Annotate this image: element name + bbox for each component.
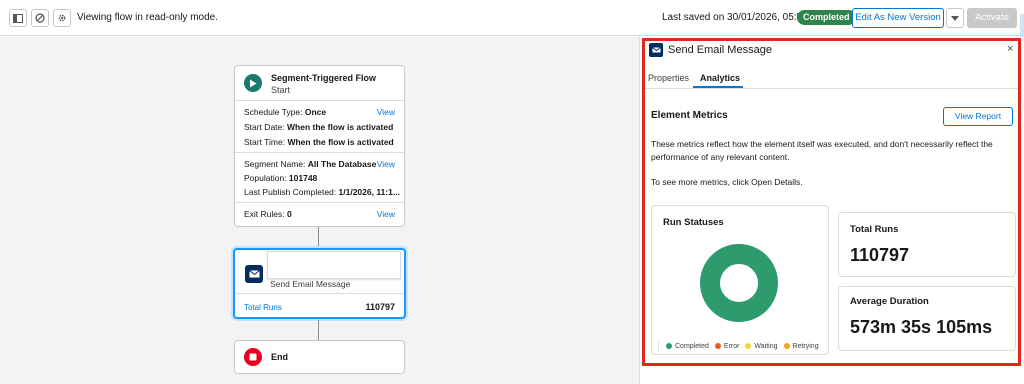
chevron-down-icon <box>951 15 959 21</box>
segment-view-link[interactable]: View <box>377 159 395 169</box>
panel-icon <box>13 13 23 23</box>
average-duration-value: 573m 35s 105ms <box>850 317 993 337</box>
start-node-header: Segment-Triggered Flow Start <box>235 66 404 101</box>
stop-icon <box>244 348 262 366</box>
last-publish-row: Last Publish Completed: 1/1/2026, 11:1..… <box>244 187 400 197</box>
send-email-node[interactable]: Send Email Message Total Runs 110797 <box>233 248 406 319</box>
legend-dot-error <box>714 343 721 349</box>
email-icon <box>245 265 263 283</box>
close-icon[interactable]: × <box>1007 43 1013 55</box>
exit-rules-view-link[interactable]: View <box>377 209 395 219</box>
average-duration-title: Average Duration <box>850 296 929 307</box>
panel-title: Send Email Message <box>668 44 772 56</box>
average-duration-card: Average Duration 573m 35s 105ms <box>838 286 1016 351</box>
segment-name-row: Segment Name: All The Database <box>244 159 377 169</box>
legend-item-retrying[interactable]: Retrying <box>783 343 819 350</box>
legend-divider <box>658 341 659 351</box>
connector-line <box>318 320 319 340</box>
exit-rules-row: Exit Rules: 0 <box>244 209 292 219</box>
legend-dot-waiting <box>745 343 752 349</box>
legend-item-waiting[interactable]: Waiting <box>745 343 778 350</box>
total-runs-value: 110797 <box>365 302 395 312</box>
send-email-node-subtitle: Send Email Message <box>270 279 351 289</box>
schedule-type-row: Schedule Type: Once <box>244 107 327 117</box>
tab-properties[interactable]: Properties <box>648 73 689 83</box>
population-row: Population: 101748 <box>244 173 318 183</box>
total-runs-row: Total Runs 110797 <box>235 293 404 319</box>
exit-rules-section: Exit Rules: 0 View <box>235 203 404 226</box>
toolbar: Viewing flow in read-only mode. Last sav… <box>0 0 1024 64</box>
legend-item-completed[interactable]: Completed <box>666 343 709 350</box>
metrics-description: These metrics reflect how the element it… <box>651 139 993 162</box>
run-statuses-card: Run Statuses Completed Error Waiting Ret… <box>651 205 829 355</box>
node-label-overlay <box>267 251 401 279</box>
segment-section: Segment Name: All The Database View Popu… <box>235 153 404 203</box>
email-icon <box>649 43 663 57</box>
legend-dot-retrying <box>783 343 790 349</box>
legend-dot-completed <box>666 343 672 349</box>
start-node-subtitle: Start <box>271 85 291 95</box>
schedule-view-link[interactable]: View <box>377 107 395 117</box>
play-icon <box>244 74 262 92</box>
legend-item-error[interactable]: Error <box>714 343 739 350</box>
read-only-message: Viewing flow in read-only mode. <box>77 12 219 23</box>
view-report-button[interactable]: View Report <box>943 107 1013 126</box>
settings-button[interactable] <box>53 9 71 27</box>
start-date-row: Start Date: When the flow is activated <box>244 122 394 132</box>
cancel-button[interactable] <box>31 9 49 27</box>
connector-line <box>318 227 319 248</box>
element-metrics-title: Element Metrics <box>651 110 728 121</box>
gear-icon <box>58 14 66 22</box>
block-icon <box>35 13 45 23</box>
schedule-section: Schedule Type: Once View Start Date: Whe… <box>235 101 404 153</box>
more-metrics-text: To see more metrics, click Open Details. <box>651 177 803 187</box>
run-statuses-title: Run Statuses <box>663 217 724 228</box>
edit-as-new-version-button[interactable]: Edit As New Version <box>852 8 944 28</box>
total-runs-card: Total Runs 110797 <box>838 212 1016 277</box>
status-badge: Completed <box>797 10 856 25</box>
tab-analytics[interactable]: Analytics <box>700 73 740 83</box>
total-runs-card-title: Total Runs <box>850 224 899 235</box>
end-node[interactable]: End <box>234 340 405 374</box>
run-statuses-legend: Completed Error Waiting Retrying <box>658 341 819 351</box>
total-runs-card-value: 110797 <box>850 245 910 265</box>
toggle-panel-button[interactable] <box>9 9 27 27</box>
more-actions-button[interactable] <box>946 8 964 28</box>
activate-button[interactable]: Activate <box>967 8 1017 28</box>
end-node-label: End <box>271 352 288 362</box>
tabs-divider <box>645 88 1018 89</box>
start-node-title: Segment-Triggered Flow <box>271 73 377 83</box>
total-runs-label[interactable]: Total Runs <box>244 303 282 312</box>
donut-completed-segment <box>700 244 778 322</box>
start-time-row: Start Time: When the flow is activated <box>244 137 394 147</box>
start-node[interactable]: Segment-Triggered Flow Start Schedule Ty… <box>234 65 405 227</box>
run-statuses-donut <box>700 244 778 322</box>
